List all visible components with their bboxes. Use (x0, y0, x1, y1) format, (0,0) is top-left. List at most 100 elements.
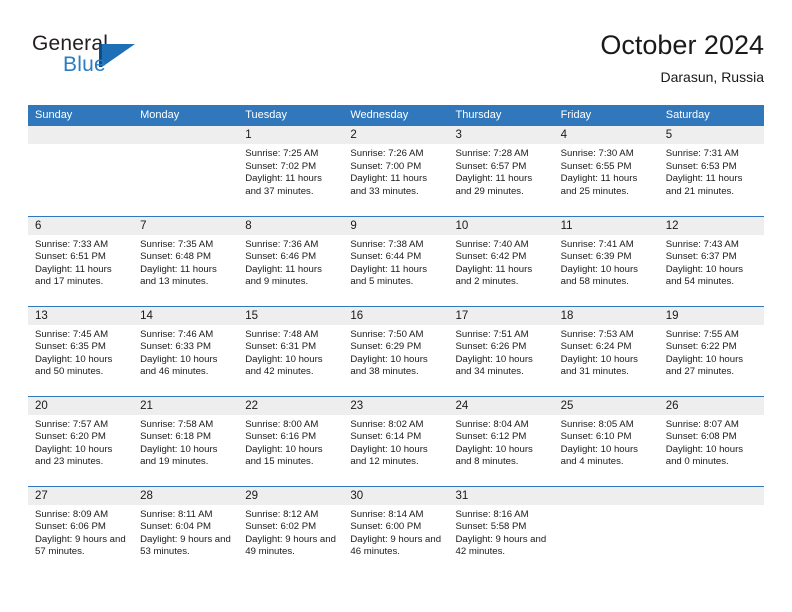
day-details: Sunrise: 8:14 AM Sunset: 6:00 PM Daylight:… (343, 505, 448, 559)
calendar-day-cell[interactable]: 16 Sunrise: 7:50 AM Sunset: 6:29 PM Dayligh… (343, 305, 449, 396)
calendar-day-cell[interactable]: 9 Sunrise: 7:38 AM Sunset: 6:44 PM Daylight… (343, 215, 449, 306)
day-details: Sunrise: 7:36 AM Sunset: 6:46 PM Daylight:… (238, 235, 343, 289)
weekday-header-sunday: Sunday (28, 105, 134, 126)
calendar-day-cell[interactable]: 6 Sunrise: 7:33 AM Sunset: 6:51 PM Daylight… (28, 215, 134, 306)
sunrise-text: Sunrise: 7:30 AM (560, 148, 634, 159)
day-number (28, 126, 134, 144)
day-number: 16 (343, 306, 449, 325)
calendar-day-cell[interactable]: 30 Sunrise: 8:14 AM Sunset: 6:00 PM Dayligh… (343, 485, 449, 576)
calendar-day-cell[interactable]: 3 Sunrise: 7:28 AM Sunset: 6:57 PM Daylight… (448, 126, 554, 216)
calendar-day-cell[interactable]: 10 Sunrise: 7:40 AM Sunset: 6:42 PM Dayligh… (448, 215, 554, 306)
weekday-header-friday: Friday (553, 105, 659, 126)
brand-logo[interactable]: General Blue (32, 32, 212, 88)
day-details: Sunrise: 7:48 AM Sunset: 6:31 PM Daylight:… (238, 325, 343, 379)
calendar-day-cell[interactable]: 20 Sunrise: 7:57 AM Sunset: 6:20 PM Dayligh… (28, 395, 134, 486)
sunset-text: Sunset: 6:18 PM (140, 431, 212, 443)
daylight-text: Daylight: 10 hours and 8 minutes. (455, 443, 533, 468)
calendar-day-cell[interactable]: 13 Sunrise: 7:45 AM Sunset: 6:35 PM Dayligh… (28, 305, 134, 396)
day-details: Sunrise: 7:33 AM Sunset: 6:51 PM Daylight:… (28, 235, 133, 289)
sunset-text: Sunset: 6:31 PM (245, 341, 317, 353)
day-number: 22 (238, 396, 344, 415)
sunrise-text: Sunrise: 7:28 AM (455, 148, 529, 159)
calendar-empty-cell (28, 126, 134, 216)
day-number: 24 (448, 396, 554, 415)
sunrise-text: Sunrise: 7:53 AM (560, 328, 634, 340)
calendar-day-cell[interactable]: 24 Sunrise: 8:04 AM Sunset: 6:12 PM Dayligh… (448, 395, 554, 486)
sunset-text: Sunset: 6:55 PM (560, 160, 632, 172)
sunrise-text: Sunrise: 7:45 AM (35, 328, 109, 340)
calendar-day-cell[interactable]: 18 Sunrise: 7:53 AM Sunset: 6:24 PM Dayligh… (553, 305, 659, 396)
calendar-day-cell[interactable]: 31 Sunrise: 8:16 AM Sunset: 5:58 PM Dayligh… (448, 485, 554, 576)
sunset-text: Sunset: 6:04 PM (140, 521, 212, 533)
page-header: General Blue October 2024 Darasun, Russi… (28, 28, 764, 96)
day-details: Sunrise: 7:26 AM Sunset: 7:00 PM Daylight:… (343, 144, 448, 198)
daylight-text: Daylight: 11 hours and 5 minutes. (350, 263, 427, 288)
sunset-text: Sunset: 5:58 PM (455, 521, 527, 533)
sunset-text: Sunset: 6:06 PM (35, 521, 106, 533)
daylight-text: Daylight: 10 hours and 0 minutes. (665, 443, 744, 468)
calendar-day-cell[interactable]: 1 Sunrise: 7:25 AM Sunset: 7:02 PM Daylight… (238, 126, 344, 216)
calendar-day-cell[interactable]: 17 Sunrise: 7:51 AM Sunset: 6:26 PM Dayligh… (448, 305, 554, 396)
calendar-day-cell[interactable]: 4 Sunrise: 7:30 AM Sunset: 6:55 PM Daylight… (553, 126, 659, 216)
daylight-text: Daylight: 9 hours and 49 minutes. (245, 533, 336, 558)
day-details: Sunrise: 7:51 AM Sunset: 6:26 PM Daylight:… (449, 325, 554, 379)
weekday-header-monday: Monday (133, 105, 239, 126)
brand-name-blue: Blue (63, 53, 106, 76)
day-number: 27 (28, 486, 134, 505)
sunset-text: Sunset: 6:29 PM (350, 341, 422, 353)
calendar-day-cell[interactable]: 21 Sunrise: 7:58 AM Sunset: 6:18 PM Dayligh… (133, 395, 239, 486)
sunrise-text: Sunrise: 7:40 AM (455, 238, 529, 250)
calendar-day-cell[interactable]: 12 Sunrise: 7:43 AM Sunset: 6:37 PM Dayligh… (658, 215, 764, 306)
day-details: Sunrise: 7:53 AM Sunset: 6:24 PM Daylight:… (554, 325, 659, 379)
calendar-day-cell[interactable]: 25 Sunrise: 8:05 AM Sunset: 6:10 PM Dayligh… (553, 395, 659, 486)
sunset-text: Sunset: 6:42 PM (455, 251, 527, 263)
calendar-empty-cell (553, 485, 659, 576)
daylight-text: Daylight: 11 hours and 37 minutes. (245, 173, 322, 197)
calendar-day-cell[interactable]: 14 Sunrise: 7:46 AM Sunset: 6:33 PM Dayligh… (133, 305, 239, 396)
calendar-day-cell[interactable]: 7 Sunrise: 7:35 AM Sunset: 6:48 PM Daylight… (133, 215, 239, 306)
calendar-day-cell[interactable]: 8 Sunrise: 7:36 AM Sunset: 6:46 PM Daylight… (238, 215, 344, 306)
daylight-text: Daylight: 10 hours and 34 minutes. (455, 353, 533, 378)
title-block: October 2024 Darasun, Russia (344, 28, 764, 87)
calendar-day-cell[interactable]: 22 Sunrise: 8:00 AM Sunset: 6:16 PM Dayligh… (238, 395, 344, 486)
day-details: Sunrise: 7:30 AM Sunset: 6:55 PM Daylight:… (554, 144, 659, 198)
sunrise-text: Sunrise: 8:12 AM (245, 508, 319, 520)
day-number: 29 (238, 486, 344, 505)
calendar-day-cell[interactable]: 2 Sunrise: 7:26 AM Sunset: 7:00 PM Daylight… (343, 126, 449, 216)
sunrise-text: Sunrise: 8:09 AM (35, 508, 109, 520)
day-number: 12 (658, 216, 764, 235)
daylight-text: Daylight: 11 hours and 17 minutes. (35, 263, 112, 288)
calendar-empty-cell (658, 485, 764, 576)
calendar-day-cell[interactable]: 19 Sunrise: 7:55 AM Sunset: 6:22 PM Dayligh… (658, 305, 764, 396)
day-number: 9 (343, 216, 449, 235)
sunset-text: Sunset: 6:14 PM (350, 431, 422, 443)
calendar-day-cell[interactable]: 11 Sunrise: 7:41 AM Sunset: 6:39 PM Dayligh… (553, 215, 659, 306)
day-details: Sunrise: 7:28 AM Sunset: 6:57 PM Daylight:… (449, 144, 554, 198)
calendar-day-cell[interactable]: 27 Sunrise: 8:09 AM Sunset: 6:06 PM Dayligh… (28, 485, 134, 576)
calendar-day-cell[interactable]: 15 Sunrise: 7:48 AM Sunset: 6:31 PM Dayligh… (238, 305, 344, 396)
calendar-day-cell[interactable]: 5 Sunrise: 7:31 AM Sunset: 6:53 PM Daylight… (658, 126, 764, 216)
weekday-header-thursday: Thursday (448, 105, 554, 126)
sunrise-text: Sunrise: 7:35 AM (140, 238, 214, 250)
calendar-day-cell[interactable]: 23 Sunrise: 8:02 AM Sunset: 6:14 PM Dayligh… (343, 395, 449, 486)
day-number: 25 (553, 396, 659, 415)
calendar-day-cell[interactable]: 29 Sunrise: 8:12 AM Sunset: 6:02 PM Dayligh… (238, 485, 344, 576)
sunrise-text: Sunrise: 7:51 AM (455, 328, 529, 340)
sunrise-text: Sunrise: 7:41 AM (560, 238, 634, 250)
sunrise-text: Sunrise: 7:36 AM (245, 238, 319, 250)
sunset-text: Sunset: 6:08 PM (665, 431, 737, 443)
sunset-text: Sunset: 6:22 PM (665, 341, 737, 353)
sunrise-text: Sunrise: 7:58 AM (140, 418, 214, 430)
calendar-day-cell[interactable]: 28 Sunrise: 8:11 AM Sunset: 6:04 PM Dayligh… (133, 485, 239, 576)
sunset-text: Sunset: 6:51 PM (35, 251, 106, 263)
sunrise-text: Sunrise: 7:46 AM (140, 328, 214, 340)
daylight-text: Daylight: 11 hours and 9 minutes. (245, 263, 322, 288)
day-number: 10 (448, 216, 554, 235)
sunset-text: Sunset: 6:37 PM (665, 251, 737, 263)
day-details: Sunrise: 8:05 AM Sunset: 6:10 PM Daylight:… (554, 415, 659, 469)
daylight-text: Daylight: 10 hours and 19 minutes. (140, 443, 218, 468)
calendar-day-cell[interactable]: 26 Sunrise: 8:07 AM Sunset: 6:08 PM Dayligh… (658, 395, 764, 486)
day-number: 17 (448, 306, 554, 325)
sunrise-text: Sunrise: 8:05 AM (560, 418, 634, 430)
sunset-text: Sunset: 6:53 PM (665, 160, 737, 172)
